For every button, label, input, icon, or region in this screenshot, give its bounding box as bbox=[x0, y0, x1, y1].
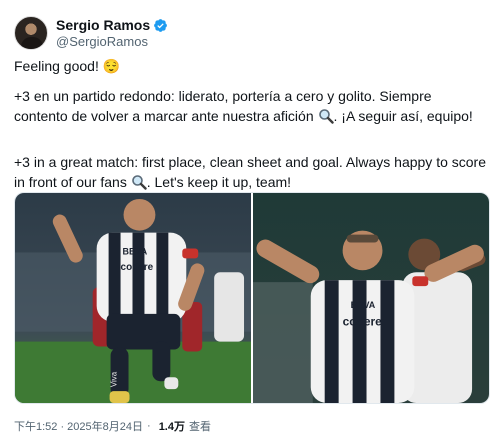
avatar[interactable] bbox=[14, 16, 48, 50]
magnifier-emoji-icon bbox=[318, 109, 334, 124]
tweet: Sergio Ramos @SergioRamos Feeling good! … bbox=[0, 0, 500, 440]
views-label[interactable]: 查看 bbox=[189, 418, 211, 434]
photo-2-image: BBVA codere bbox=[253, 193, 489, 403]
photo-2-sponsor: codere bbox=[343, 315, 383, 329]
photo-2-badge: BBVA bbox=[351, 300, 376, 310]
photo-1-sock: Viva bbox=[110, 371, 119, 387]
photo-1-image: BBVA codere Viva bbox=[15, 193, 251, 403]
photo-2[interactable]: BBVA codere bbox=[253, 193, 489, 403]
tweet-line-feeling: Feeling good! 😌 bbox=[14, 58, 121, 74]
meta-separator: · bbox=[147, 420, 151, 432]
english-text-2: . Let's keep it up, team! bbox=[146, 174, 292, 190]
handle[interactable]: @SergioRamos bbox=[56, 34, 168, 50]
name-row: Sergio Ramos bbox=[56, 17, 168, 34]
verified-badge-icon bbox=[154, 18, 168, 32]
tweet-header: Sergio Ramos @SergioRamos bbox=[14, 16, 168, 50]
media-grid: BBVA codere Viva BBVA codere bbox=[14, 192, 490, 404]
display-name[interactable]: Sergio Ramos bbox=[56, 17, 150, 34]
photo-1-sponsor: codere bbox=[121, 262, 154, 273]
photo-1[interactable]: BBVA codere Viva bbox=[15, 193, 251, 403]
photo-1-badge: BBVA bbox=[123, 246, 148, 256]
magnifier-emoji-icon bbox=[131, 175, 147, 190]
views-count: 1.4万 bbox=[158, 421, 185, 433]
tweet-paragraph-spanish: +3 en un partido redondo: liderato, port… bbox=[14, 86, 486, 126]
spanish-text-2: . ¡A seguir así, equipo! bbox=[333, 108, 473, 124]
author-names: Sergio Ramos @SergioRamos bbox=[56, 17, 168, 50]
timestamp[interactable]: 下午1:52 · 2025年8月24日 bbox=[14, 418, 143, 434]
tweet-meta: 下午1:52 · 2025年8月24日 · 1.4万 查看 bbox=[14, 418, 211, 434]
tweet-paragraph-english: +3 in a great match: first place, clean … bbox=[14, 152, 486, 192]
